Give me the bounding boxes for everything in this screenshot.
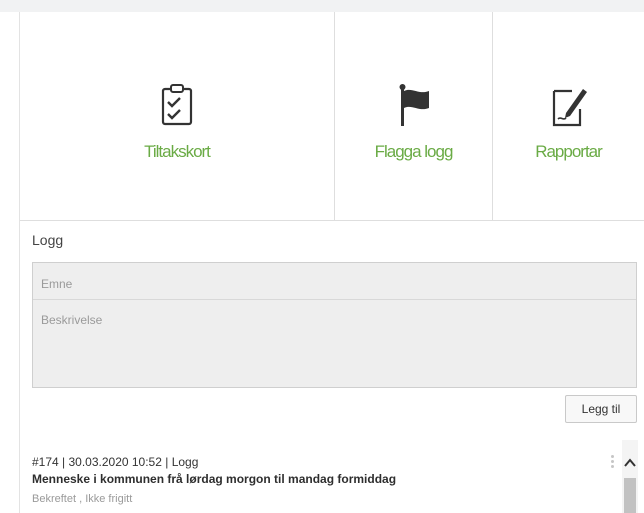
action-tiles: Tiltakskort Flagga logg Rapportar [20,12,644,221]
description-textarea[interactable]: Beskrivelse [41,313,102,327]
edit-document-icon [552,89,587,127]
more-options-icon[interactable] [611,455,615,471]
tile-label-flagga-logg: Flagga logg [374,142,454,161]
chevron-up-icon[interactable] [622,452,638,474]
tile-label-rapportar: Rapportar [535,142,603,161]
add-log-button[interactable]: Legg til [565,395,637,423]
log-entry-meta: #174 | 30.03.2020 10:52 | Logg [32,455,199,469]
scrollbar-thumb[interactable] [624,478,636,513]
clipboard-check-icon [161,84,193,126]
log-entry-title[interactable]: Menneske i kommunen frå lørdag morgon ti… [32,472,396,486]
flag-icon [399,84,429,126]
subject-input[interactable]: Emne [41,277,72,291]
log-form: Emne Beskrivelse [32,262,637,388]
flagga-logg-tile[interactable]: Flagga logg [335,12,493,220]
log-entry-status: Bekreftet , Ikke frigitt [32,493,133,505]
rapportar-tile[interactable]: Rapportar [493,12,644,220]
tiltakskort-tile[interactable]: Tiltakskort [20,12,335,220]
log-section-title: Logg [32,232,64,248]
field-divider [33,299,636,300]
scrollbar[interactable] [622,440,638,513]
top-strip [0,0,644,12]
tile-label-tiltakskort: Tiltakskort [144,142,211,161]
